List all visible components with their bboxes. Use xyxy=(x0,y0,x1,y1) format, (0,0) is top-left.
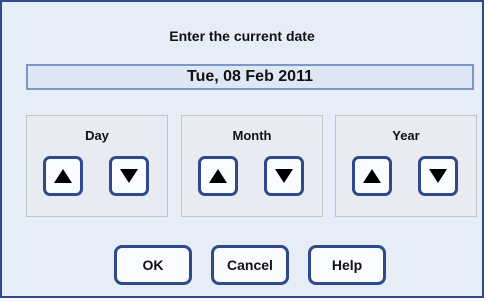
current-date-display: Tue, 08 Feb 2011 xyxy=(26,64,474,90)
triangle-down-icon xyxy=(275,169,293,183)
month-label: Month xyxy=(232,128,272,143)
triangle-down-icon xyxy=(120,169,138,183)
help-button[interactable]: Help xyxy=(308,245,386,285)
dialog-title: Enter the current date xyxy=(169,28,315,44)
year-label: Year xyxy=(392,128,420,143)
month-group: Month xyxy=(181,115,323,217)
day-group: Day xyxy=(26,115,168,217)
year-decrement-button[interactable] xyxy=(418,156,458,196)
year-increment-button[interactable] xyxy=(352,156,392,196)
month-increment-button[interactable] xyxy=(198,156,238,196)
day-decrement-button[interactable] xyxy=(109,156,149,196)
cancel-button[interactable]: Cancel xyxy=(211,245,289,285)
day-label: Day xyxy=(85,128,109,143)
triangle-down-icon xyxy=(429,169,447,183)
set-date-dialog: Enter the current date Tue, 08 Feb 2011 … xyxy=(0,0,484,298)
triangle-up-icon xyxy=(209,169,227,183)
ok-button[interactable]: OK xyxy=(114,245,192,285)
day-increment-button[interactable] xyxy=(43,156,83,196)
triangle-up-icon xyxy=(363,169,381,183)
triangle-up-icon xyxy=(54,169,72,183)
month-decrement-button[interactable] xyxy=(264,156,304,196)
year-group: Year xyxy=(335,115,477,217)
